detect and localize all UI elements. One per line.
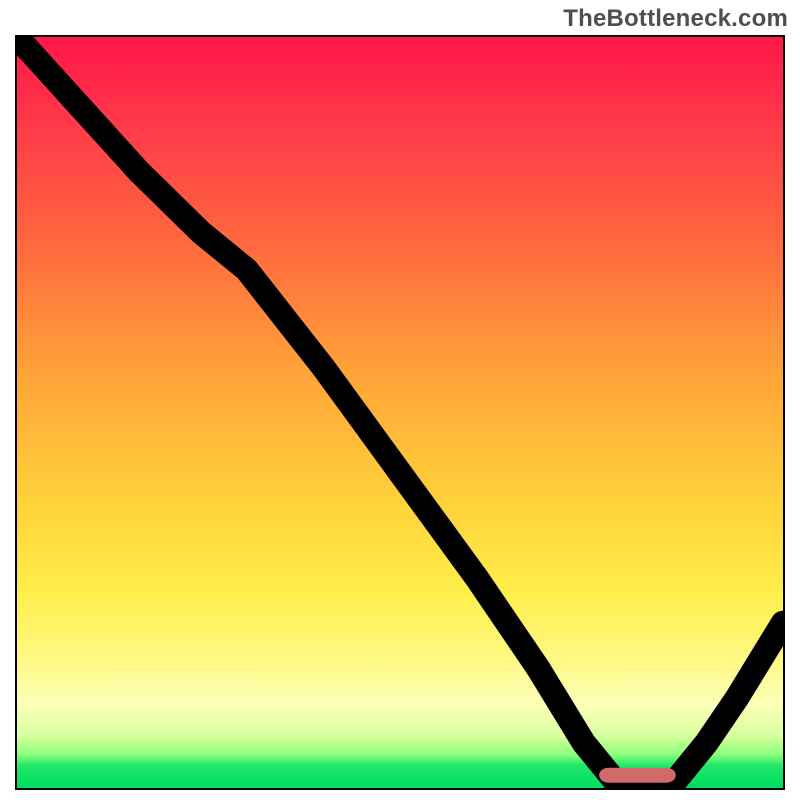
optimal-range-marker [599,768,676,783]
watermark-text: TheBottleneck.com [563,5,788,33]
chart-plot-area [15,35,785,790]
chart-frame: TheBottleneck.com [0,0,800,800]
bottleneck-curve-line [17,37,783,788]
chart-svg [17,37,783,788]
